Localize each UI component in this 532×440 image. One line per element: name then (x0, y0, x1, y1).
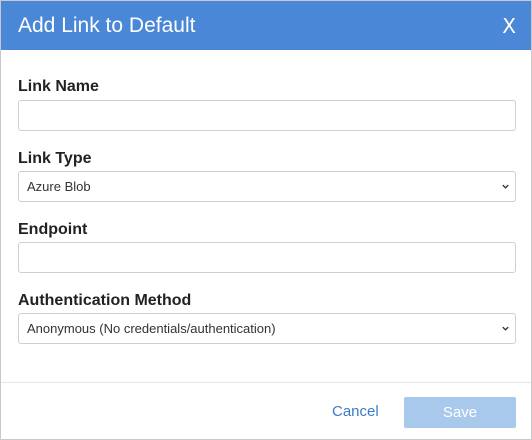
cancel-button[interactable]: Cancel (332, 402, 379, 422)
close-icon[interactable]: X (502, 13, 516, 39)
footer-divider (1, 382, 531, 383)
chevron-down-icon (502, 184, 509, 189)
link-type-select[interactable]: Azure Blob (18, 171, 516, 202)
chevron-down-icon (502, 326, 509, 331)
add-link-dialog: Add Link to Default X Link Name Link Typ… (0, 0, 532, 440)
link-type-selected-value: Azure Blob (27, 179, 91, 194)
dialog-header: Add Link to Default X (1, 1, 531, 50)
auth-method-select[interactable]: Anonymous (No credentials/authentication… (18, 313, 516, 344)
auth-method-label: Authentication Method (18, 292, 192, 309)
endpoint-input[interactable] (18, 242, 516, 273)
endpoint-label: Endpoint (18, 221, 88, 238)
save-button[interactable]: Save (404, 397, 516, 428)
link-name-label: Link Name (18, 78, 99, 95)
link-name-input[interactable] (18, 100, 516, 131)
dialog-title: Add Link to Default (18, 14, 196, 37)
link-type-label: Link Type (18, 150, 92, 167)
auth-method-selected-value: Anonymous (No credentials/authentication… (27, 321, 276, 336)
